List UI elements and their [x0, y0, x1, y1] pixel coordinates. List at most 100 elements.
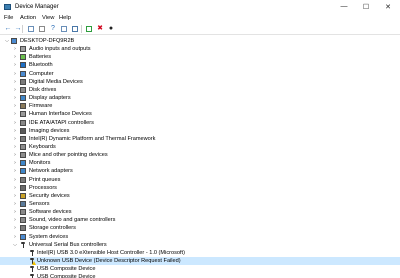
tree-category-label: Network adapters [29, 168, 73, 175]
expand-chevron-icon[interactable]: › [12, 208, 18, 216]
expand-chevron-icon[interactable]: › [12, 216, 18, 224]
tree-category[interactable]: › Sensors [0, 200, 400, 208]
toolbar-separator [22, 25, 23, 33]
expand-chevron-icon[interactable]: › [12, 224, 18, 232]
tree-category[interactable]: › Batteries [0, 53, 400, 61]
expand-chevron-icon[interactable]: › [12, 200, 18, 208]
enable-device-button[interactable] [85, 25, 93, 33]
security-device-icon [20, 192, 26, 199]
tree-device[interactable]: Intel(R) USB 3.0 eXtensible Host Control… [0, 249, 400, 257]
battery-icon [20, 54, 26, 61]
menu-help[interactable]: Help [59, 15, 71, 22]
expand-chevron-icon[interactable]: › [12, 167, 18, 175]
tree-category-label: Digital Media Devices [29, 78, 83, 85]
show-hide-tree-icon [28, 26, 34, 32]
media-device-icon [20, 78, 26, 85]
tree-category[interactable]: › Imaging devices [0, 127, 400, 135]
scan-hardware-button[interactable]: ● [107, 25, 115, 33]
tree-device-label: USB Composite Device [37, 266, 96, 273]
update-driver-button[interactable] [60, 25, 68, 33]
tree-category-label: Display adapters [29, 95, 71, 102]
tree-category[interactable]: › Firmware [0, 102, 400, 110]
expand-chevron-icon[interactable]: › [12, 53, 18, 61]
collapse-chevron-icon[interactable]: ⌵ [12, 241, 18, 249]
tree-category-label: Bluetooth [29, 62, 53, 69]
minimize-button[interactable]: — [336, 1, 352, 12]
tree-category-label: IDE ATA/ATAPI controllers [29, 119, 94, 126]
tree-category[interactable]: › Display adapters [0, 94, 400, 102]
monitor-button[interactable] [71, 25, 79, 33]
tree-category[interactable]: › Network adapters [0, 167, 400, 175]
expand-chevron-icon[interactable]: › [12, 233, 18, 241]
back-arrow-button[interactable]: ← [4, 25, 12, 33]
expand-chevron-icon[interactable]: › [12, 159, 18, 167]
tree-category-label: Storage controllers [29, 225, 76, 232]
device-manager-window: Device Manager — ☐ ✕ File Action View He… [0, 0, 400, 278]
tree-category[interactable]: › Monitors [0, 159, 400, 167]
monitor-icon [20, 160, 26, 167]
menu-file[interactable]: File [4, 15, 13, 22]
tree-device-selected[interactable]: Unknown USB Device (Device Descriptor Re… [0, 257, 400, 266]
properties-button[interactable] [38, 25, 46, 33]
storage-controller-icon [20, 225, 26, 232]
expand-chevron-icon[interactable]: › [12, 94, 18, 102]
tree-category[interactable]: › Mice and other pointing devices [0, 151, 400, 159]
tree-device[interactable]: USB Composite Device [0, 273, 400, 278]
tree-category[interactable]: › Security devices [0, 192, 400, 200]
expand-chevron-icon[interactable]: › [12, 102, 18, 110]
toolbar: ← →? ✖ ● [0, 23, 400, 35]
tree-category-label: Software devices [29, 209, 72, 216]
menu-view[interactable]: View [42, 15, 54, 22]
tree-category[interactable]: › Processors [0, 184, 400, 192]
window-title: Device Manager [15, 4, 59, 10]
tree-category[interactable]: › Computer [0, 70, 400, 78]
tree-category[interactable]: › IDE ATA/ATAPI controllers [0, 119, 400, 127]
expand-chevron-icon[interactable]: › [12, 110, 18, 118]
tree-category[interactable]: › Intel(R) Dynamic Platform and Thermal F… [0, 135, 400, 143]
back-arrow-icon: ← [4, 25, 12, 32]
expand-chevron-icon[interactable]: › [12, 143, 18, 151]
expand-chevron-icon[interactable]: › [12, 61, 18, 69]
expand-chevron-icon[interactable]: › [12, 78, 18, 86]
tree-category[interactable]: › Digital Media Devices [0, 78, 400, 86]
tree-category[interactable]: › Disk drives [0, 86, 400, 94]
tree-category[interactable]: › Keyboards [0, 143, 400, 151]
expand-chevron-icon[interactable]: › [12, 176, 18, 184]
usb-icon [29, 249, 35, 256]
tree-category[interactable]: › Print queues [0, 176, 400, 184]
tree-root-computer[interactable]: ⌵ DESKTOP-DFQ9R2B [0, 37, 400, 45]
expand-chevron-icon[interactable]: › [12, 135, 18, 143]
expand-chevron-icon[interactable]: › [12, 70, 18, 78]
help-button[interactable]: ? [49, 25, 57, 33]
maximize-button[interactable]: ☐ [358, 1, 374, 12]
close-button[interactable]: ✕ [380, 1, 396, 12]
tree-category[interactable]: › Bluetooth [0, 61, 400, 69]
expand-chevron-icon[interactable]: › [12, 151, 18, 159]
tree-category-label: Imaging devices [29, 127, 70, 134]
audio-icon [20, 46, 26, 53]
tree-category[interactable]: › Audio inputs and outputs [0, 45, 400, 53]
uninstall-x-button[interactable]: ✖ [96, 25, 104, 33]
tree-category[interactable]: › Human Interface Devices [0, 110, 400, 118]
expand-chevron-icon[interactable]: › [12, 192, 18, 200]
tree-category-label: Print queues [29, 176, 61, 183]
tree-category[interactable]: › Software devices [0, 208, 400, 216]
show-hide-tree-button[interactable] [27, 25, 35, 33]
forward-arrow-button[interactable]: → [14, 25, 22, 33]
expand-chevron-icon[interactable]: › [12, 127, 18, 135]
tree-category-label: Human Interface Devices [29, 111, 92, 118]
expand-chevron-icon[interactable]: › [12, 184, 18, 192]
bluetooth-icon [20, 62, 26, 69]
tree-category[interactable]: › Sound, video and game controllers [0, 216, 400, 224]
expand-chevron-icon[interactable]: › [12, 119, 18, 127]
tree-category-usb[interactable]: ⌵ Universal Serial Bus controllers [0, 241, 400, 249]
expand-chevron-icon[interactable]: › [12, 45, 18, 53]
tree-category[interactable]: › Storage controllers [0, 224, 400, 232]
tree-category[interactable]: › System devices [0, 233, 400, 241]
tree-device[interactable]: USB Composite Device [0, 265, 400, 273]
expand-chevron-icon[interactable]: › [12, 86, 18, 94]
menu-bar: File Action View Help [0, 14, 400, 23]
menu-action[interactable]: Action [20, 15, 36, 22]
properties-icon [39, 26, 45, 32]
collapse-chevron-icon[interactable]: ⌵ [4, 37, 10, 45]
